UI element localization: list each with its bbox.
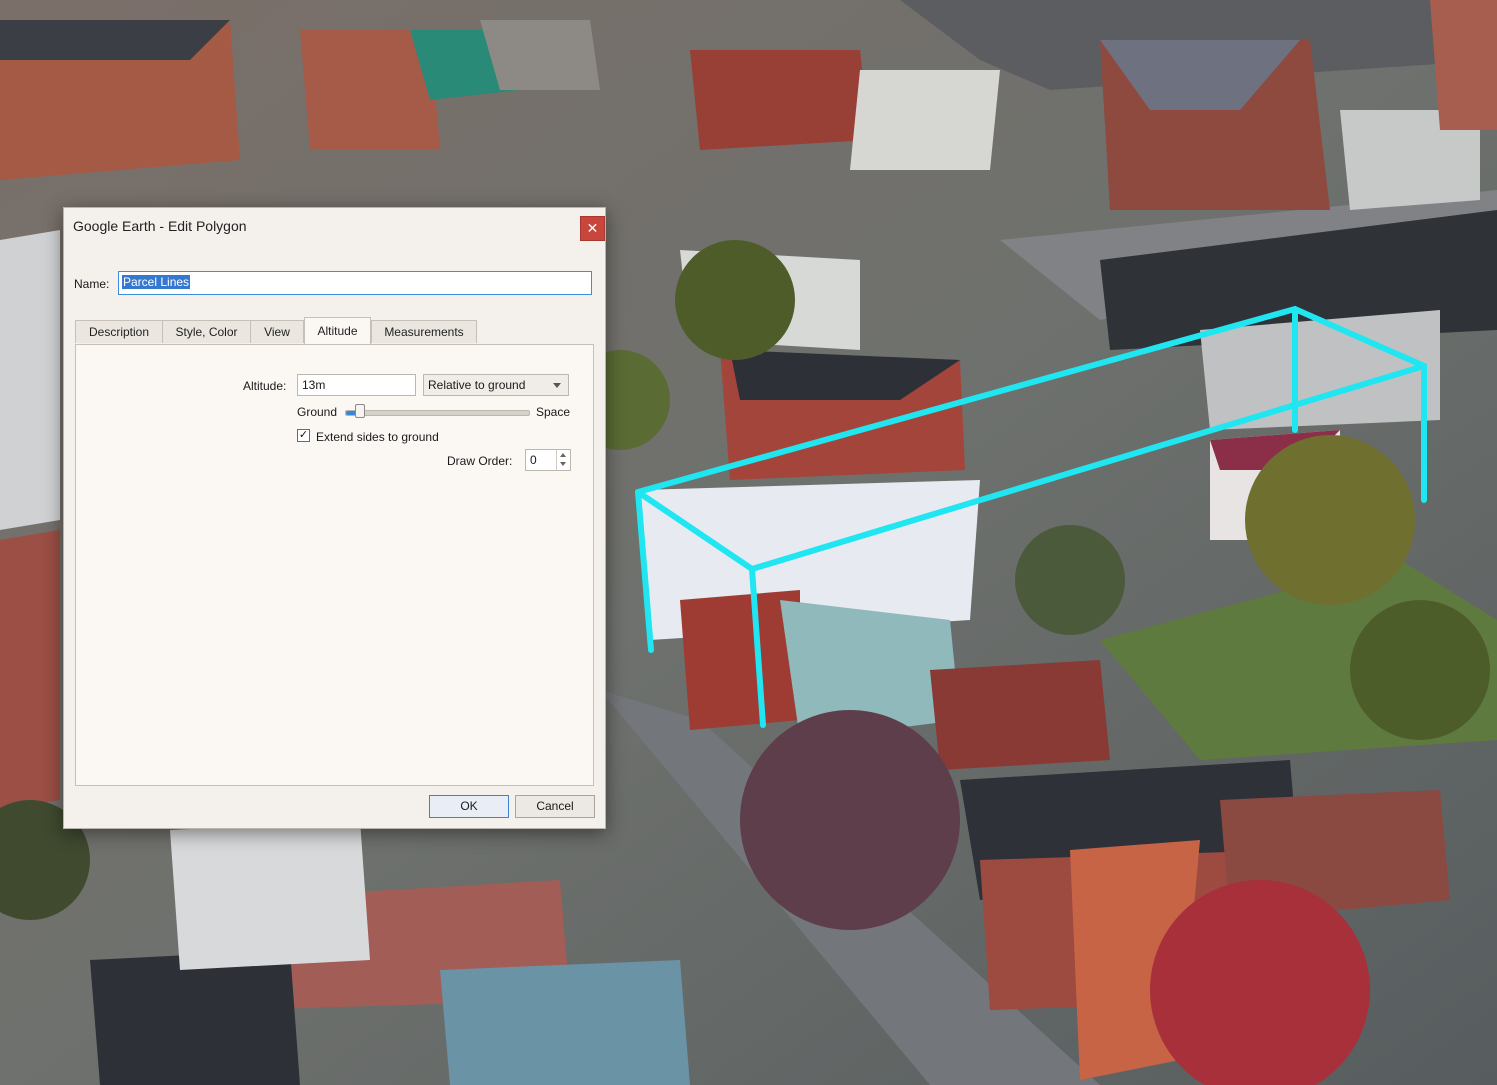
checkmark-icon: ✓ <box>298 429 309 441</box>
spinner-buttons[interactable] <box>556 450 570 470</box>
name-label: Name: <box>74 277 110 291</box>
dialog-titlebar[interactable]: Google Earth - Edit Polygon ✕ <box>64 208 605 245</box>
dialog-title: Google Earth - Edit Polygon <box>73 218 247 234</box>
draw-order-spinner[interactable]: 0 <box>525 449 571 471</box>
extend-sides-checkbox[interactable]: ✓ <box>297 429 310 442</box>
draw-order-value: 0 <box>530 453 537 467</box>
cancel-button[interactable]: Cancel <box>515 795 595 818</box>
altitude-input[interactable]: 13m <box>297 374 416 396</box>
altitude-mode-value: Relative to ground <box>428 378 526 392</box>
spin-down-icon[interactable] <box>560 462 566 466</box>
name-value: Parcel Lines <box>122 275 191 289</box>
altitude-mode-select[interactable]: Relative to ground <box>423 374 569 396</box>
tab-altitude[interactable]: Altitude <box>304 317 371 344</box>
tab-style-color[interactable]: Style, Color <box>162 320 251 343</box>
name-input[interactable]: Parcel Lines <box>118 271 592 295</box>
slider-max-label: Space <box>536 405 571 419</box>
tab-description[interactable]: Description <box>75 320 163 343</box>
draw-order-label: Draw Order: <box>447 454 513 468</box>
tab-measurements[interactable]: Measurements <box>371 320 477 343</box>
spin-up-icon[interactable] <box>560 453 566 457</box>
edit-polygon-dialog: Google Earth - Edit Polygon ✕ Name: Parc… <box>63 207 606 829</box>
altitude-slider-track[interactable] <box>345 410 530 416</box>
altitude-label: Altitude: <box>243 379 287 393</box>
altitude-slider-thumb[interactable] <box>354 404 365 418</box>
tab-view[interactable]: View <box>250 320 304 343</box>
extend-sides-label: Extend sides to ground <box>316 430 439 444</box>
chevron-down-icon <box>553 383 561 388</box>
slider-min-label: Ground <box>297 405 338 419</box>
close-icon: ✕ <box>586 220 599 236</box>
altitude-panel: Altitude: 13m Relative to ground Ground … <box>75 344 594 786</box>
ok-button[interactable]: OK <box>429 795 509 818</box>
close-button[interactable]: ✕ <box>580 216 605 241</box>
